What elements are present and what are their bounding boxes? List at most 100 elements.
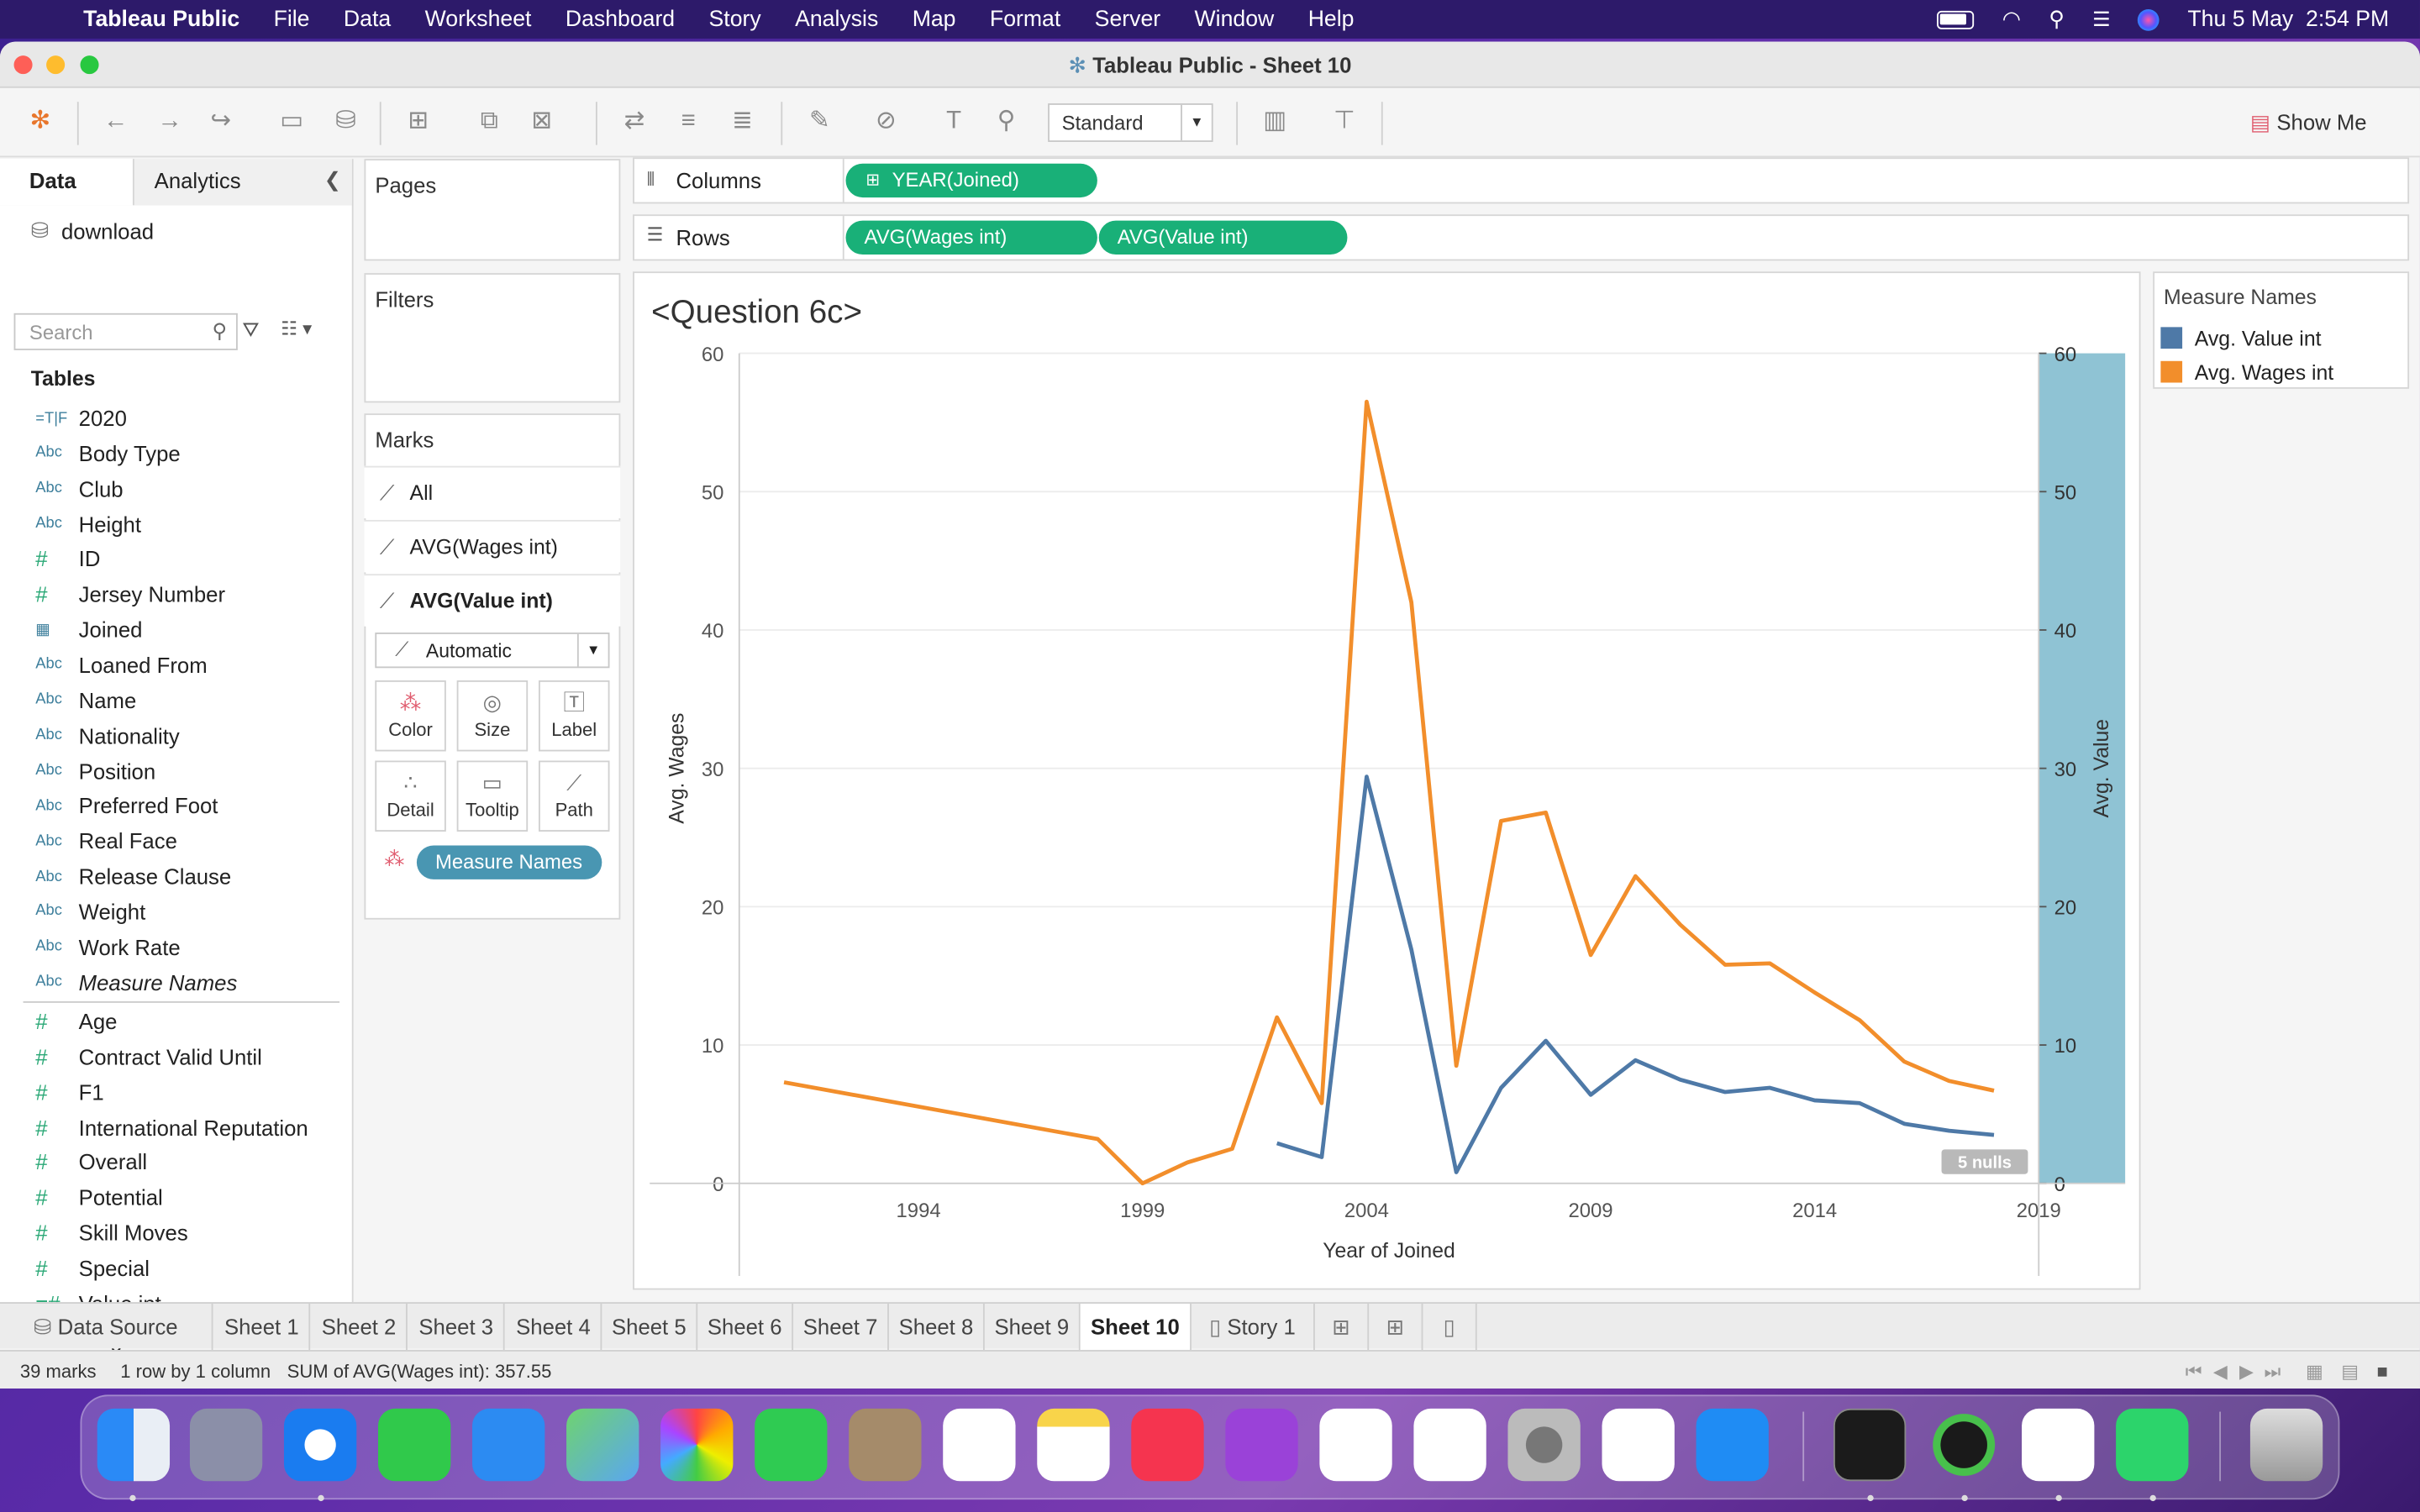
menu-story[interactable]: Story — [709, 7, 761, 31]
legend-item-value[interactable]: Avg. Value int — [2154, 321, 2407, 354]
mail-icon[interactable] — [472, 1408, 545, 1482]
filmstrip-view-icon[interactable]: ▤ — [2341, 1361, 2359, 1383]
menu-dashboard[interactable]: Dashboard — [566, 7, 675, 31]
wages-pill[interactable]: AVG(Wages int) — [845, 220, 1097, 255]
field-item[interactable]: # International Reputation — [0, 1110, 352, 1144]
collapse-pane-icon[interactable]: ❮ — [324, 168, 341, 192]
pages-shelf[interactable]: Pages — [364, 159, 621, 261]
siri-icon[interactable] — [2138, 8, 2160, 30]
menu-app[interactable]: Tableau Public — [83, 7, 239, 31]
notes-icon[interactable] — [1037, 1408, 1110, 1482]
tab-sheet-8[interactable]: Sheet 8 — [889, 1304, 985, 1351]
field-item[interactable]: Abc Real Face — [0, 824, 352, 858]
field-item[interactable]: Abc Nationality — [0, 718, 352, 752]
rows-shelf[interactable]: ☰ Rows AVG(Wages int) AVG(Value int) — [633, 214, 2410, 261]
maps-icon[interactable] — [566, 1408, 639, 1482]
new-dashboard-tab-button[interactable]: ⊞ — [1369, 1304, 1423, 1351]
tab-analytics[interactable]: Analytics — [132, 159, 352, 206]
field-item[interactable]: # Age — [0, 1005, 352, 1038]
grid-view-icon[interactable]: ▦ — [2306, 1361, 2323, 1383]
finder-icon[interactable] — [97, 1408, 171, 1482]
measure-names-pill[interactable]: Measure Names — [416, 845, 602, 879]
label-button[interactable]: 🅃 Label — [539, 680, 610, 752]
field-item[interactable]: Abc Height — [0, 507, 352, 540]
menu-format[interactable]: Format — [990, 7, 1060, 31]
messages-icon[interactable] — [377, 1408, 451, 1482]
highlight-icon[interactable]: ✎ — [802, 105, 836, 139]
field-item[interactable]: # Special — [0, 1251, 352, 1284]
pages-icon[interactable] — [1602, 1408, 1675, 1482]
whatsapp-icon[interactable] — [2116, 1408, 2189, 1482]
field-item[interactable]: # ID — [0, 542, 352, 575]
podcasts-icon[interactable] — [1225, 1408, 1298, 1482]
redo-icon[interactable]: → — [153, 105, 187, 139]
nav-next-icon[interactable]: ▶ — [2239, 1361, 2254, 1383]
field-item[interactable]: Abc Loaned From — [0, 648, 352, 681]
menu-map[interactable]: Map — [913, 7, 956, 31]
sort-ascending-icon[interactable]: ≡ — [671, 105, 705, 139]
contacts-icon[interactable] — [849, 1408, 922, 1482]
detail-button[interactable]: ∴ Detail — [375, 760, 446, 832]
search-icon[interactable]: ⚲ — [2049, 6, 2065, 32]
wifi-icon[interactable]: ◠ — [2002, 6, 2021, 32]
tab-sheet-4[interactable]: Sheet 4 — [506, 1304, 602, 1351]
marks-tab-value[interactable]: ⟋ AVG(Value int) — [364, 574, 621, 627]
marks-tab-all[interactable]: ⟋ All — [364, 465, 621, 519]
field-item[interactable]: =T|F 2020 — [0, 402, 352, 435]
size-button[interactable]: ◎ Size — [456, 680, 529, 752]
tab-sheet-6[interactable]: Sheet 6 — [697, 1304, 794, 1351]
launchpad-icon[interactable] — [189, 1408, 263, 1482]
nav-last-icon[interactable]: ⏭ — [2264, 1361, 2281, 1384]
menu-server[interactable]: Server — [1095, 7, 1160, 31]
search-input[interactable]: Search ⚲ — [13, 312, 238, 350]
field-item[interactable]: # Overall — [0, 1146, 352, 1179]
menu-help[interactable]: Help — [1308, 7, 1355, 31]
field-item[interactable]: # Jersey Number — [0, 577, 352, 611]
color-button[interactable]: ⁂ Color — [375, 680, 446, 752]
filter-icon[interactable]: ⛛ — [242, 318, 259, 342]
field-item[interactable]: Abc Name — [0, 683, 352, 717]
menu-file[interactable]: File — [274, 7, 310, 31]
swap-icon[interactable]: ⇄ — [618, 105, 651, 139]
field-item[interactable]: # Potential — [0, 1181, 352, 1215]
tab-sheet-3[interactable]: Sheet 3 — [409, 1304, 505, 1351]
chevron-down-icon[interactable]: ▼ — [1181, 104, 1212, 141]
field-item[interactable]: Abc Release Clause — [0, 859, 352, 893]
fit-select[interactable]: Standard ▼ — [1048, 103, 1213, 142]
field-item[interactable]: # Contract Valid Until — [0, 1040, 352, 1074]
pin-icon[interactable]: ⚲ — [989, 105, 1023, 139]
menu-analysis[interactable]: Analysis — [795, 7, 878, 31]
marks-tab-wages[interactable]: ⟋ AVG(Wages int) — [364, 519, 621, 573]
tab-view-icon[interactable]: ■ — [2377, 1361, 2388, 1383]
sort-descending-icon[interactable]: ≣ — [725, 105, 759, 139]
presentation-icon[interactable]: ⊤ — [1328, 105, 1361, 139]
view-options-icon[interactable]: ☷ ▾ — [281, 318, 312, 339]
tab-story-1[interactable]: ▯ Story 1 — [1192, 1304, 1315, 1351]
show-me-button[interactable]: ▤ Show Me — [2250, 109, 2367, 135]
tableau-logo-icon[interactable]: ✻ — [24, 105, 57, 139]
labels-icon[interactable]: T — [937, 105, 971, 139]
field-item[interactable]: Abc Weight — [0, 895, 352, 928]
safari-icon[interactable] — [283, 1408, 357, 1482]
new-worksheet-icon[interactable]: ⊞ — [402, 105, 435, 139]
tab-sheet-1[interactable]: Sheet 1 — [214, 1304, 311, 1351]
year-joined-pill[interactable]: ⊞ YEAR(Joined) — [845, 163, 1097, 198]
legend-item-wages[interactable]: Avg. Wages int — [2154, 354, 2407, 388]
tableau-public-icon[interactable] — [2022, 1408, 2095, 1482]
menu-data[interactable]: Data — [344, 7, 391, 31]
field-item[interactable]: Abc Work Rate — [0, 930, 352, 963]
keynote-icon[interactable] — [1319, 1408, 1392, 1482]
new-worksheet-tab-button[interactable]: ⊞ — [1315, 1304, 1370, 1351]
chevron-down-icon[interactable]: ▼ — [576, 633, 608, 667]
clear-sheet-icon[interactable]: ⊠ — [524, 105, 558, 139]
field-item[interactable]: Abc Measure Names — [0, 965, 352, 999]
tab-sheet-9[interactable]: Sheet 9 — [985, 1304, 1081, 1351]
menu-datetime[interactable]: Thu 5 May 2:54 PM — [2187, 7, 2389, 31]
filters-shelf[interactable]: Filters — [364, 273, 621, 403]
tab-data[interactable]: Data — [0, 159, 133, 206]
system-preferences-icon[interactable] — [1507, 1408, 1581, 1482]
reminders-icon[interactable] — [943, 1408, 1016, 1482]
new-story-tab-button[interactable]: ▯ — [1423, 1304, 1477, 1351]
facetime-icon[interactable] — [755, 1408, 828, 1482]
nav-prev-icon[interactable]: ◀ — [2213, 1361, 2228, 1383]
